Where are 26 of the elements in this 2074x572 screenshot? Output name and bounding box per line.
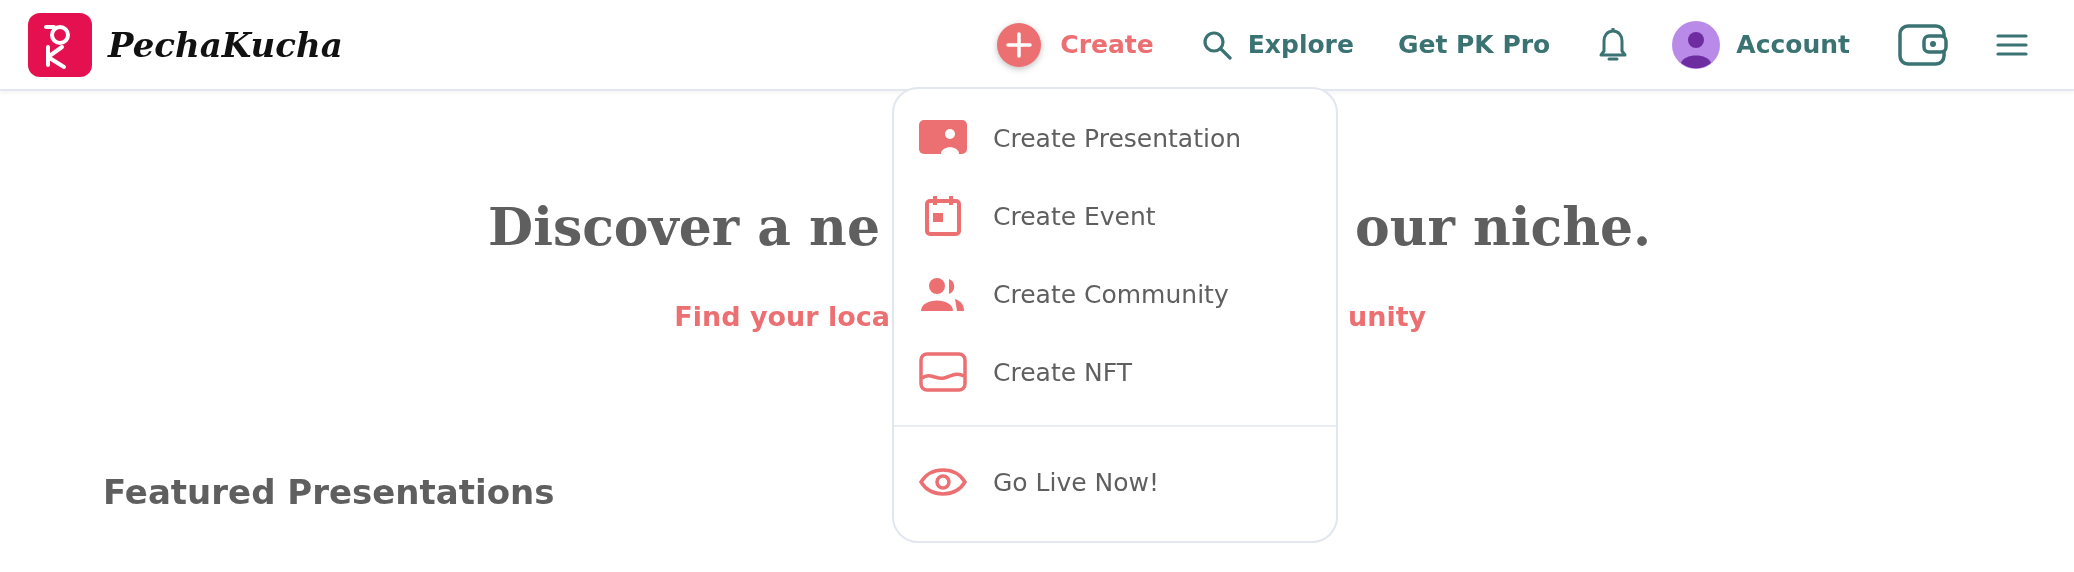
plus-icon [996,21,1043,68]
avatar-icon [1672,20,1721,69]
explore-link[interactable]: Explore [1201,29,1354,60]
logo-wordmark[interactable]: PechaKucha [108,24,343,65]
presenter-icon [919,120,967,156]
wallet-icon [1898,22,1948,67]
menu-item[interactable]: Create Event [894,177,1336,255]
wallet-button[interactable] [1898,22,1948,67]
account-button[interactable]: Account [1672,20,1850,69]
eye-icon [919,466,967,498]
people-icon [919,277,967,311]
search-icon [1201,29,1232,60]
image-frame-icon [919,352,967,392]
notifications-button[interactable] [1598,26,1629,63]
menu-item[interactable]: Go Live Now! [894,437,1336,527]
menu-button[interactable] [1996,32,2028,57]
menu-item[interactable]: Create Presentation [894,99,1336,177]
hero-title: our niche. [1355,195,1652,259]
nav-link[interactable]: Get PK Pro [1397,30,1551,59]
section-heading: Featured Presentations [103,472,555,512]
logo-icon [28,12,92,77]
menu-item[interactable]: Create NFT [894,333,1336,411]
menu-icon [1996,32,2028,57]
menu-item[interactable]: Create Community [894,255,1336,333]
hero-title: Discover a ne [487,195,880,259]
bell-icon [1598,26,1629,63]
